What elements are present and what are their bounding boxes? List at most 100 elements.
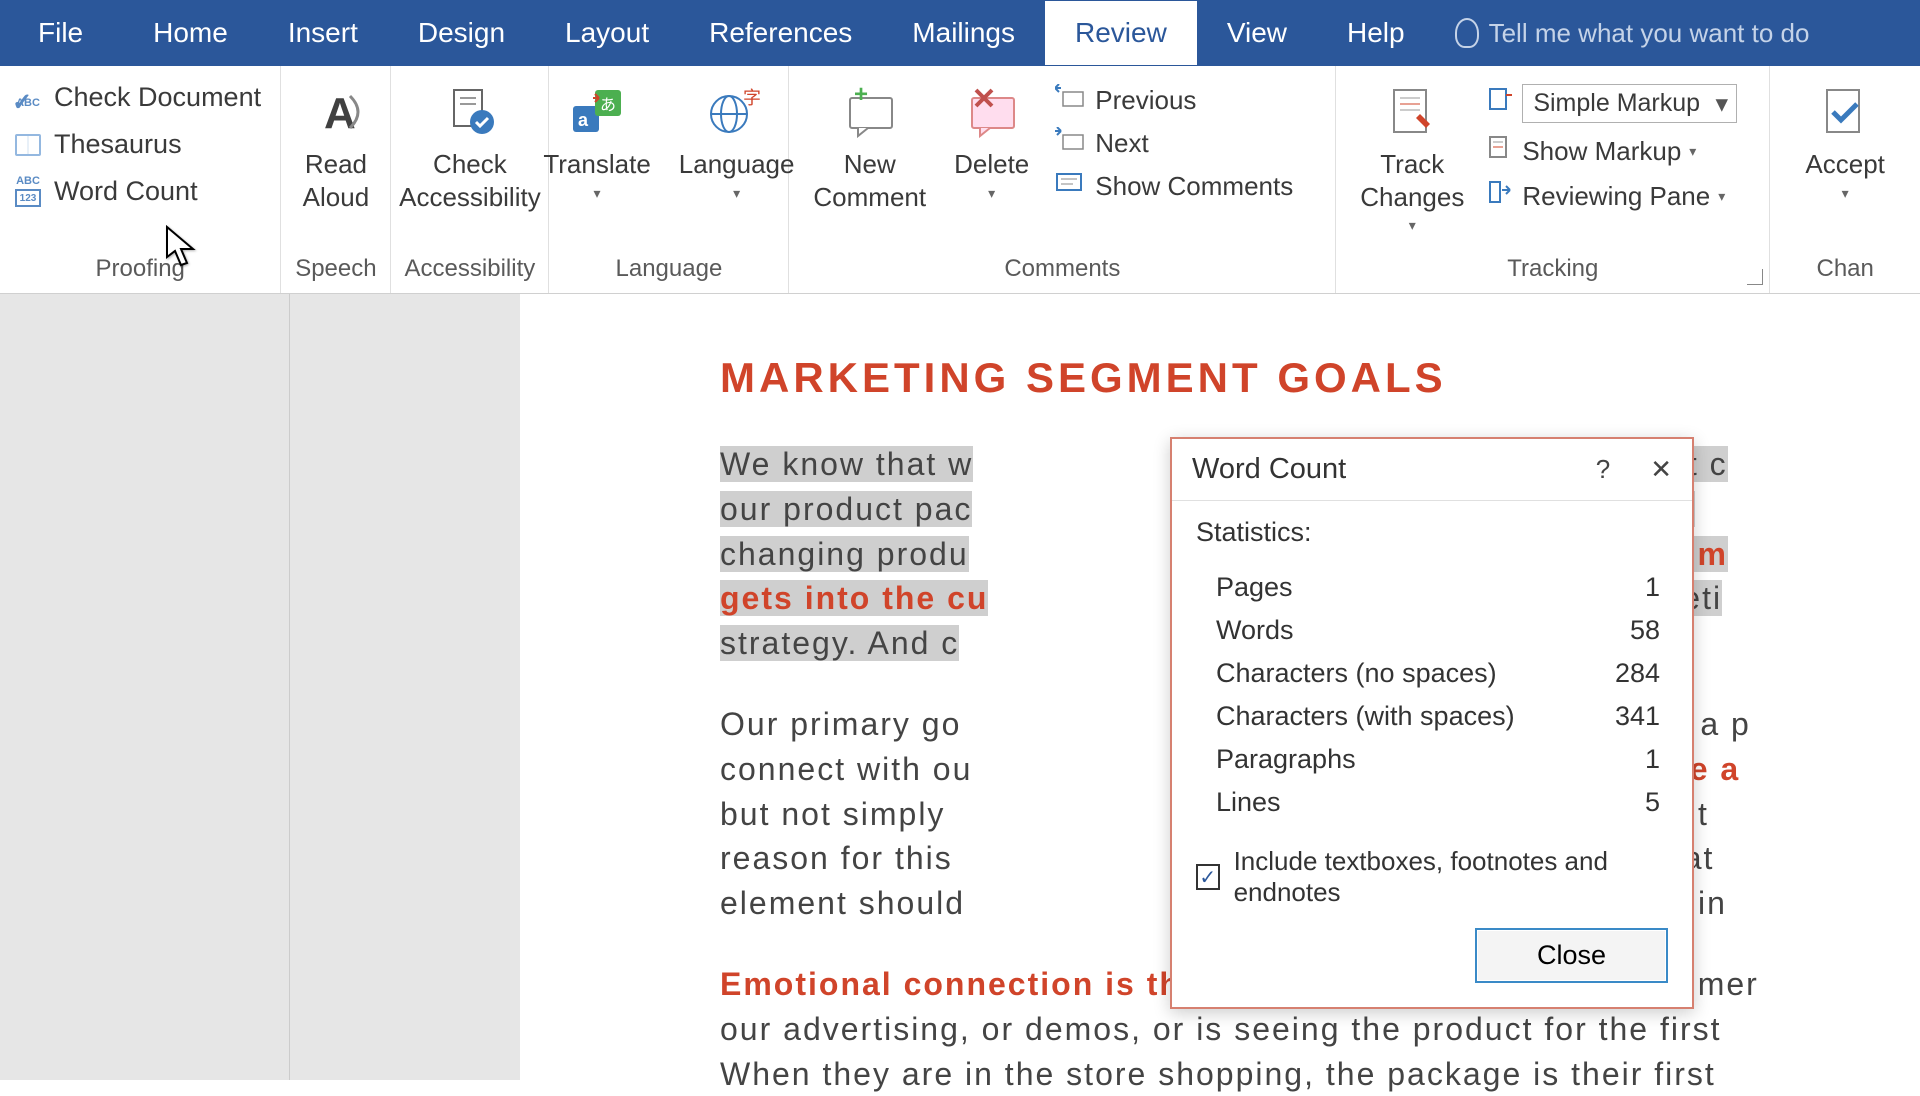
help-icon[interactable]: ? [1596, 454, 1610, 485]
accept-label: Accept [1805, 148, 1885, 181]
language-label: Language [679, 148, 795, 181]
show-comments-button[interactable]: Show Comments [1055, 170, 1293, 203]
chevron-down-icon: ▾ [594, 185, 601, 202]
new-comment-button[interactable]: + New Comment [799, 78, 940, 219]
word-count-icon: ABC123 [12, 177, 44, 207]
tab-review[interactable]: Review [1045, 1, 1197, 65]
read-aloud-button[interactable]: A Read Aloud [289, 78, 384, 219]
statistics-label: Statistics: [1196, 517, 1668, 548]
track-changes-icon [1382, 84, 1442, 140]
tell-me-search[interactable]: Tell me what you want to do [1455, 18, 1810, 49]
lightbulb-icon [1455, 18, 1479, 48]
svg-text:+: + [854, 84, 868, 108]
accept-button[interactable]: Accept ▾ [1791, 78, 1899, 208]
navigation-pane [0, 294, 290, 1080]
display-for-review-select[interactable]: Simple Markup [1488, 84, 1737, 123]
tab-layout[interactable]: Layout [535, 1, 679, 65]
accessibility-icon [440, 84, 500, 140]
group-proofing: ABC✓ Check Document Thesaurus ABC123 Wor… [0, 66, 281, 293]
group-label-tracking: Tracking [1336, 255, 1769, 289]
thesaurus-icon [12, 130, 44, 160]
previous-label: Previous [1095, 85, 1196, 116]
translate-label: Translate [543, 148, 650, 181]
chevron-down-icon: ▾ [1842, 185, 1849, 202]
close-icon[interactable]: ✕ [1650, 454, 1672, 485]
chevron-down-icon: ▾ [988, 185, 995, 202]
new-comment-icon: + [840, 84, 900, 140]
reviewing-pane-label: Reviewing Pane [1522, 181, 1710, 212]
check-document-button[interactable]: ABC✓ Check Document [12, 82, 268, 113]
checkbox-label: Include textboxes, footnotes and endnote… [1234, 846, 1668, 908]
tab-file[interactable]: File [18, 1, 123, 65]
check-document-label: Check Document [54, 82, 261, 113]
previous-icon [1055, 84, 1085, 117]
delete-comment-button[interactable]: Delete ▾ [940, 78, 1043, 208]
stat-row-chars-no-spaces: Characters (no spaces)284 [1196, 652, 1668, 695]
translate-button[interactable]: aあ Translate ▾ [529, 78, 664, 208]
group-comments: + New Comment Delete ▾ Previous Next [789, 66, 1336, 293]
group-changes: Accept ▾ Chan [1770, 66, 1920, 293]
next-label: Next [1095, 128, 1148, 159]
stat-row-lines: Lines5 [1196, 781, 1668, 824]
stat-row-pages: Pages1 [1196, 566, 1668, 609]
group-label-proofing: Proofing [0, 255, 280, 289]
tab-view[interactable]: View [1197, 1, 1317, 65]
tab-home[interactable]: Home [123, 1, 258, 65]
show-comments-label: Show Comments [1095, 171, 1293, 202]
tab-help[interactable]: Help [1317, 1, 1435, 65]
language-button[interactable]: 字 Language ▾ [665, 78, 809, 208]
delete-comment-icon [962, 84, 1022, 140]
svg-text:あ: あ [600, 96, 616, 114]
chevron-down-icon: ▾ [1689, 143, 1696, 160]
chevron-down-icon: ▾ [1409, 217, 1416, 234]
group-label-comments: Comments [789, 255, 1335, 289]
group-label-accessibility: Accessibility [391, 255, 548, 289]
svg-text:a: a [578, 110, 589, 130]
tab-mailings[interactable]: Mailings [882, 1, 1045, 65]
new-comment-label: New Comment [813, 148, 926, 213]
reviewing-pane-icon [1488, 180, 1514, 213]
stat-row-paragraphs: Paragraphs1 [1196, 738, 1668, 781]
tab-references[interactable]: References [679, 1, 882, 65]
show-markup-label: Show Markup [1522, 136, 1681, 167]
previous-comment-button[interactable]: Previous [1055, 84, 1293, 117]
display-for-review-value: Simple Markup [1522, 84, 1737, 123]
word-count-label: Word Count [54, 176, 198, 207]
tab-design[interactable]: Design [388, 1, 535, 65]
next-comment-button[interactable]: Next [1055, 127, 1293, 160]
read-aloud-icon: A [306, 84, 366, 140]
tell-me-label: Tell me what you want to do [1489, 18, 1810, 49]
close-button[interactable]: Close [1475, 928, 1668, 983]
checkbox-icon: ✓ [1196, 864, 1220, 890]
stat-row-words: Words58 [1196, 609, 1668, 652]
show-comments-icon [1055, 170, 1085, 203]
group-label-speech: Speech [281, 255, 390, 289]
show-markup-button[interactable]: Show Markup ▾ [1488, 135, 1737, 168]
svg-text:字: 字 [743, 88, 761, 108]
reviewing-pane-button[interactable]: Reviewing Pane ▾ [1488, 180, 1737, 213]
markup-icon [1488, 87, 1514, 120]
show-markup-icon [1488, 135, 1514, 168]
track-changes-button[interactable]: Track Changes ▾ [1346, 78, 1478, 240]
check-document-icon: ABC✓ [12, 83, 44, 113]
read-aloud-label: Read Aloud [303, 148, 370, 213]
thesaurus-button[interactable]: Thesaurus [12, 129, 268, 160]
group-accessibility: Check Accessibility Accessibility [391, 66, 549, 293]
tracking-dialog-launcher[interactable] [1747, 269, 1763, 285]
dialog-titlebar[interactable]: Word Count ? ✕ [1172, 439, 1692, 501]
ribbon: ABC✓ Check Document Thesaurus ABC123 Wor… [0, 66, 1920, 294]
chevron-down-icon: ▾ [733, 185, 740, 202]
group-label-language: Language [549, 255, 788, 289]
document-title: MARKETING SEGMENT GOALS [720, 354, 1880, 402]
group-speech: A Read Aloud Speech [281, 66, 391, 293]
include-textboxes-checkbox[interactable]: ✓ Include textboxes, footnotes and endno… [1196, 846, 1668, 908]
dialog-title-text: Word Count [1192, 453, 1346, 486]
stat-row-chars-with-spaces: Characters (with spaces)341 [1196, 695, 1668, 738]
translate-icon: aあ [567, 84, 627, 140]
menu-tabs: File Home Insert Design Layout Reference… [0, 0, 1920, 66]
tab-insert[interactable]: Insert [258, 1, 388, 65]
thesaurus-label: Thesaurus [54, 129, 182, 160]
word-count-button[interactable]: ABC123 Word Count [12, 176, 268, 207]
group-language: aあ Translate ▾ 字 Language ▾ Language [549, 66, 789, 293]
track-changes-label: Track Changes [1360, 148, 1464, 213]
